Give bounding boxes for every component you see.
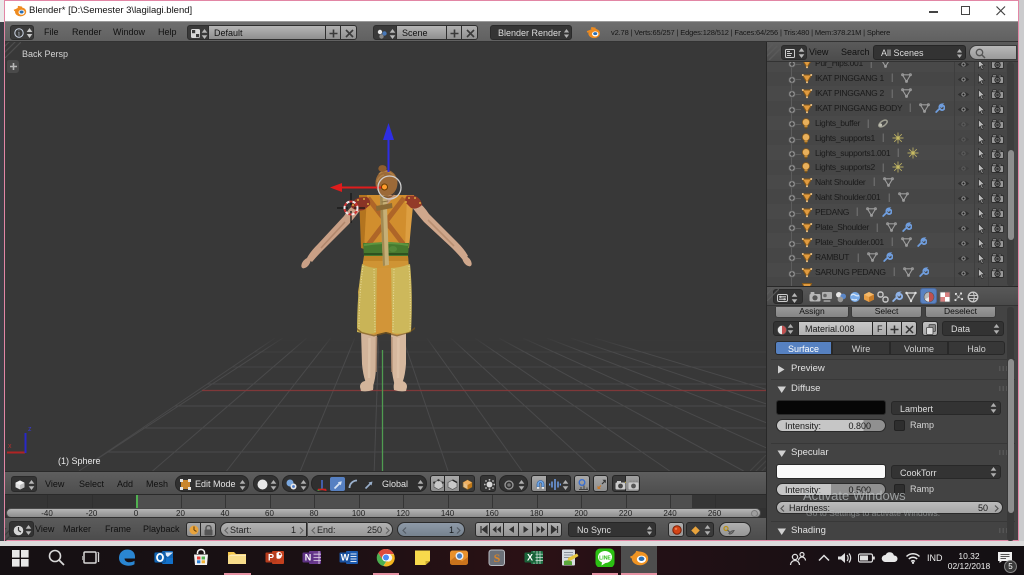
svg-text:LINE: LINE [599,556,611,562]
svg-text:z: z [28,426,32,433]
svg-text:P: P [268,553,274,563]
svg-text:i: i [18,29,20,37]
svg-text:W: W [341,553,350,563]
svg-text:N: N [305,553,312,563]
svg-text:S: S [494,551,501,565]
svg-text:x: x [8,443,12,450]
svg-text:X: X [527,553,533,563]
